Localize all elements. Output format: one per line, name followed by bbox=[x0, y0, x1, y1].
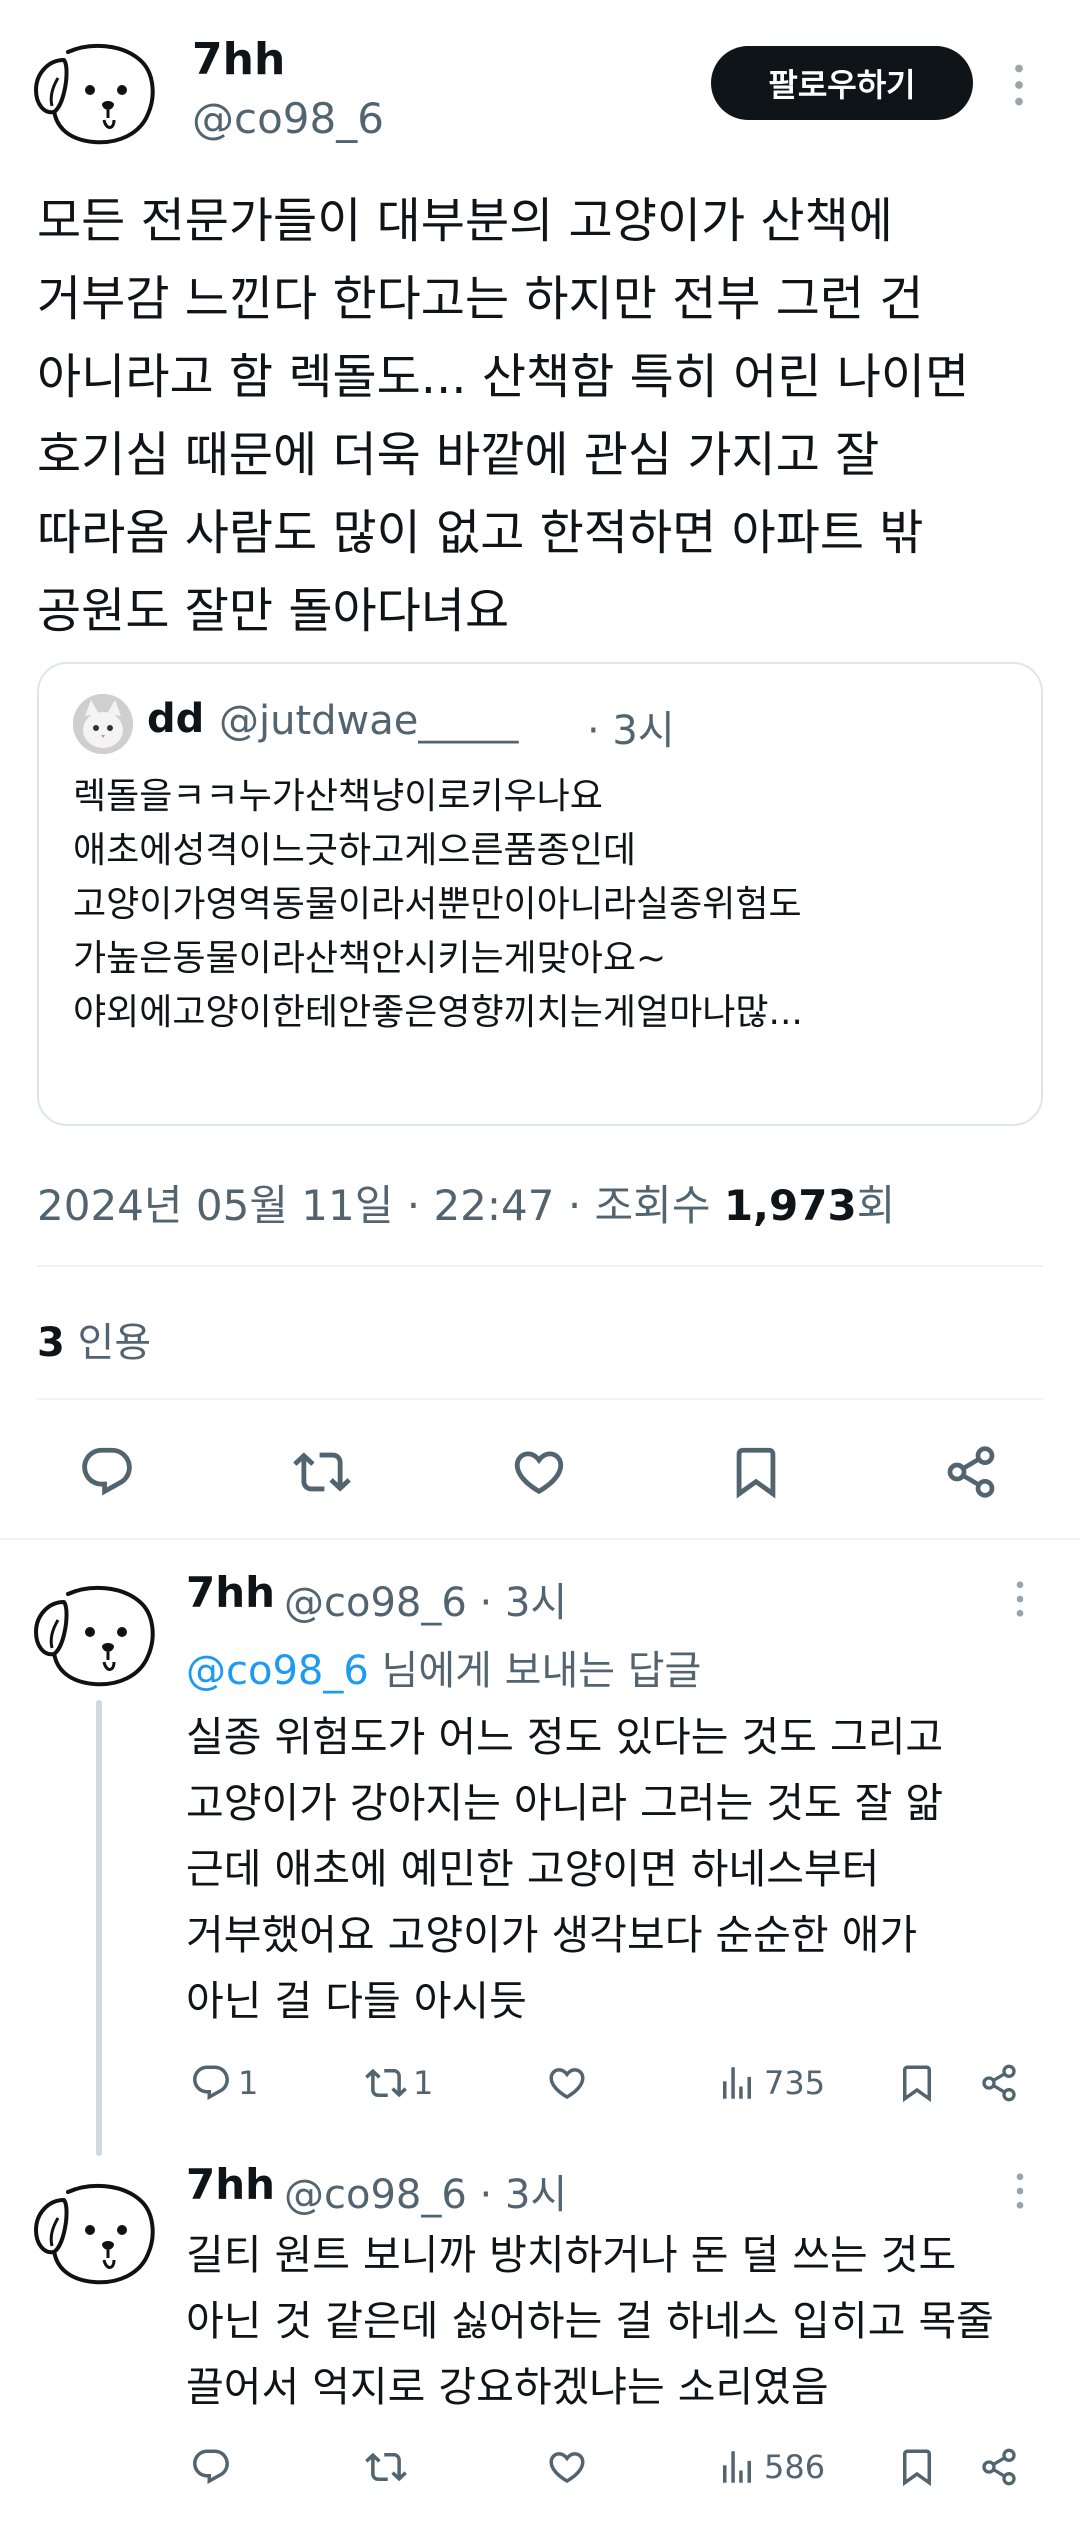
quotes-link[interactable]: 3 인용 bbox=[37, 1310, 151, 1368]
retweet-icon[interactable] bbox=[365, 2446, 407, 2488]
replying-to: @co98_6 님에게 보내는 답글 bbox=[186, 1648, 702, 1694]
dog-avatar[interactable] bbox=[30, 38, 160, 148]
bookmark-icon[interactable] bbox=[896, 2062, 938, 2104]
quote-author-name: dd bbox=[147, 696, 205, 742]
divider bbox=[37, 1265, 1043, 1267]
view-count: 586 bbox=[764, 2448, 826, 2486]
more-icon[interactable] bbox=[1013, 63, 1025, 107]
like-icon[interactable] bbox=[546, 2062, 588, 2104]
retweet-button[interactable]: 1 bbox=[365, 2062, 433, 2104]
reply-author-handle[interactable]: @co98_6 · 3시 bbox=[284, 2162, 567, 2220]
reply-count: 1 bbox=[238, 2064, 259, 2102]
view-count: 1,973 bbox=[723, 1181, 857, 1230]
retweet-count: 1 bbox=[413, 2064, 434, 2102]
reply-icon bbox=[190, 2062, 232, 2104]
thread-line bbox=[96, 1700, 102, 2156]
reply-author-handle[interactable]: @co98_6 · 3시 bbox=[284, 1570, 567, 1628]
author-handle[interactable]: @co98_6 bbox=[192, 94, 384, 143]
views-icon bbox=[716, 2446, 758, 2488]
bookmark-icon[interactable] bbox=[727, 1443, 785, 1501]
cat-avatar bbox=[73, 694, 133, 754]
views-icon bbox=[716, 2062, 758, 2104]
divider bbox=[37, 1398, 1043, 1400]
tweet-text: 모든 전문가들이 대부분의 고양이가 산책에 거부감 느낀다 한다고는 하지만 … bbox=[37, 193, 970, 639]
dog-avatar[interactable] bbox=[30, 1580, 160, 1690]
more-icon[interactable] bbox=[1015, 2172, 1025, 2210]
reply-author-name[interactable]: 7hh bbox=[186, 1568, 275, 1617]
like-icon[interactable] bbox=[510, 1443, 568, 1501]
reply-icon[interactable] bbox=[190, 2446, 232, 2488]
quoted-tweet[interactable]: dd @jutdwae_____ · 3시 렉돌을ㅋㅋ누가산책냥이로키우나요 애… bbox=[37, 662, 1043, 1126]
replying-to-handle[interactable]: @co98_6 bbox=[186, 1648, 369, 1694]
reply-icon[interactable] bbox=[78, 1443, 136, 1501]
retweet-icon[interactable] bbox=[293, 1443, 351, 1501]
quote-text-line: 렉돌을ㅋㅋ누가산책냥이로키우나요 bbox=[73, 776, 603, 817]
more-icon[interactable] bbox=[1015, 1580, 1025, 1618]
follow-button[interactable]: 팔로우하기 bbox=[711, 46, 973, 120]
quote-text-line: 고양이가영역동물이라서뿐만이아니라실종위험도 bbox=[73, 884, 802, 925]
tweet-timestamp: 2024년 05월 11일 · 22:47 · 조회수 1,973회 bbox=[37, 1181, 896, 1230]
author-name[interactable]: 7hh bbox=[192, 34, 285, 85]
reply-text: 실종 위험도가 어느 정도 있다는 것도 그리고 고양이가 강아지는 아니라 그… bbox=[186, 1713, 944, 2025]
quote-text-line: 야외에고양이한테안좋은영향끼치는게얼마나많... bbox=[73, 992, 803, 1033]
reply-button[interactable]: 1 bbox=[190, 2062, 258, 2104]
quote-text-line: 가높은동물이라산책안시키는게맞아요~ bbox=[73, 938, 667, 979]
share-icon[interactable] bbox=[943, 1443, 999, 1501]
quote-time: · 3시 bbox=[587, 708, 675, 754]
reply-author-name[interactable]: 7hh bbox=[186, 2160, 275, 2209]
divider bbox=[0, 1538, 1080, 1540]
view-count: 735 bbox=[764, 2064, 826, 2102]
share-icon[interactable] bbox=[979, 2446, 1019, 2488]
retweet-icon bbox=[365, 2062, 407, 2104]
views-button[interactable]: 735 bbox=[716, 2062, 825, 2104]
quote-text-line: 애초에성격이느긋하고게으른품종인데 bbox=[73, 830, 637, 871]
views-button[interactable]: 586 bbox=[716, 2446, 825, 2488]
like-icon[interactable] bbox=[546, 2446, 588, 2488]
reply-text: 길티 원트 보니까 방치하거나 돈 덜 쓰는 것도 아닌 것 같은데 싫어하는 … bbox=[186, 2231, 994, 2411]
quote-author-handle: @jutdwae_____ bbox=[219, 698, 519, 744]
bookmark-icon[interactable] bbox=[896, 2446, 938, 2488]
share-icon[interactable] bbox=[979, 2062, 1019, 2104]
dog-avatar[interactable] bbox=[30, 2178, 160, 2288]
